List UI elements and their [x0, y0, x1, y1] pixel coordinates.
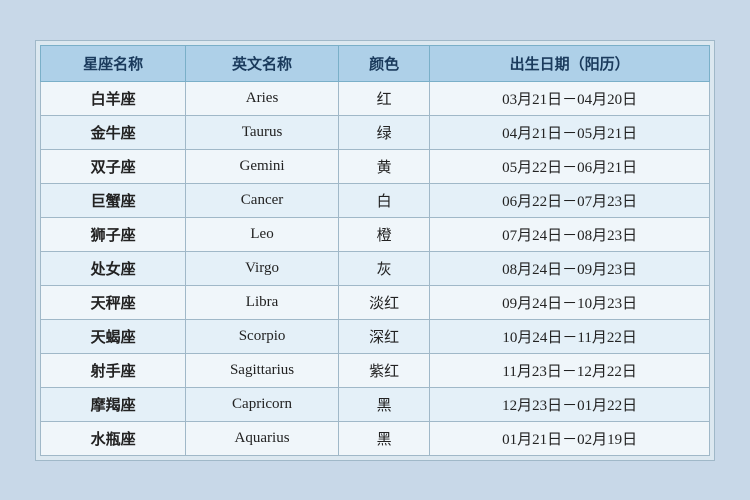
cell-color: 黑	[338, 421, 429, 455]
cell-color: 红	[338, 81, 429, 115]
cell-color: 灰	[338, 251, 429, 285]
table-header-row: 星座名称 英文名称 颜色 出生日期（阳历）	[41, 45, 710, 81]
cell-chinese-name: 射手座	[41, 353, 186, 387]
cell-dates: 06月22日－07月23日	[430, 183, 710, 217]
cell-english-name: Capricorn	[186, 387, 339, 421]
cell-english-name: Aries	[186, 81, 339, 115]
cell-color: 紫红	[338, 353, 429, 387]
cell-chinese-name: 水瓶座	[41, 421, 186, 455]
cell-color: 黑	[338, 387, 429, 421]
cell-dates: 12月23日－01月22日	[430, 387, 710, 421]
cell-chinese-name: 金牛座	[41, 115, 186, 149]
table-row: 白羊座Aries红03月21日－04月20日	[41, 81, 710, 115]
table-row: 射手座Sagittarius紫红11月23日－12月22日	[41, 353, 710, 387]
header-dates: 出生日期（阳历）	[430, 45, 710, 81]
cell-dates: 03月21日－04月20日	[430, 81, 710, 115]
zodiac-table: 星座名称 英文名称 颜色 出生日期（阳历） 白羊座Aries红03月21日－04…	[40, 45, 710, 456]
cell-color: 绿	[338, 115, 429, 149]
cell-chinese-name: 巨蟹座	[41, 183, 186, 217]
cell-dates: 08月24日－09月23日	[430, 251, 710, 285]
cell-english-name: Cancer	[186, 183, 339, 217]
cell-chinese-name: 天秤座	[41, 285, 186, 319]
cell-dates: 10月24日－11月22日	[430, 319, 710, 353]
table-row: 狮子座Leo橙07月24日－08月23日	[41, 217, 710, 251]
cell-chinese-name: 处女座	[41, 251, 186, 285]
cell-dates: 01月21日－02月19日	[430, 421, 710, 455]
cell-english-name: Libra	[186, 285, 339, 319]
cell-dates: 07月24日－08月23日	[430, 217, 710, 251]
cell-english-name: Gemini	[186, 149, 339, 183]
table-row: 巨蟹座Cancer白06月22日－07月23日	[41, 183, 710, 217]
zodiac-table-container: 星座名称 英文名称 颜色 出生日期（阳历） 白羊座Aries红03月21日－04…	[35, 40, 715, 461]
cell-english-name: Scorpio	[186, 319, 339, 353]
table-row: 双子座Gemini黄05月22日－06月21日	[41, 149, 710, 183]
table-row: 金牛座Taurus绿04月21日－05月21日	[41, 115, 710, 149]
cell-chinese-name: 白羊座	[41, 81, 186, 115]
cell-english-name: Leo	[186, 217, 339, 251]
header-chinese-name: 星座名称	[41, 45, 186, 81]
table-row: 天蝎座Scorpio深红10月24日－11月22日	[41, 319, 710, 353]
cell-english-name: Virgo	[186, 251, 339, 285]
cell-dates: 09月24日－10月23日	[430, 285, 710, 319]
cell-english-name: Taurus	[186, 115, 339, 149]
cell-chinese-name: 狮子座	[41, 217, 186, 251]
cell-english-name: Sagittarius	[186, 353, 339, 387]
cell-color: 淡红	[338, 285, 429, 319]
header-color: 颜色	[338, 45, 429, 81]
table-row: 水瓶座Aquarius黑01月21日－02月19日	[41, 421, 710, 455]
cell-color: 白	[338, 183, 429, 217]
cell-chinese-name: 天蝎座	[41, 319, 186, 353]
cell-color: 黄	[338, 149, 429, 183]
cell-color: 深红	[338, 319, 429, 353]
table-row: 摩羯座Capricorn黑12月23日－01月22日	[41, 387, 710, 421]
table-row: 处女座Virgo灰08月24日－09月23日	[41, 251, 710, 285]
cell-dates: 05月22日－06月21日	[430, 149, 710, 183]
header-english-name: 英文名称	[186, 45, 339, 81]
cell-dates: 04月21日－05月21日	[430, 115, 710, 149]
cell-color: 橙	[338, 217, 429, 251]
table-row: 天秤座Libra淡红09月24日－10月23日	[41, 285, 710, 319]
cell-chinese-name: 摩羯座	[41, 387, 186, 421]
table-body: 白羊座Aries红03月21日－04月20日金牛座Taurus绿04月21日－0…	[41, 81, 710, 455]
cell-dates: 11月23日－12月22日	[430, 353, 710, 387]
cell-english-name: Aquarius	[186, 421, 339, 455]
cell-chinese-name: 双子座	[41, 149, 186, 183]
